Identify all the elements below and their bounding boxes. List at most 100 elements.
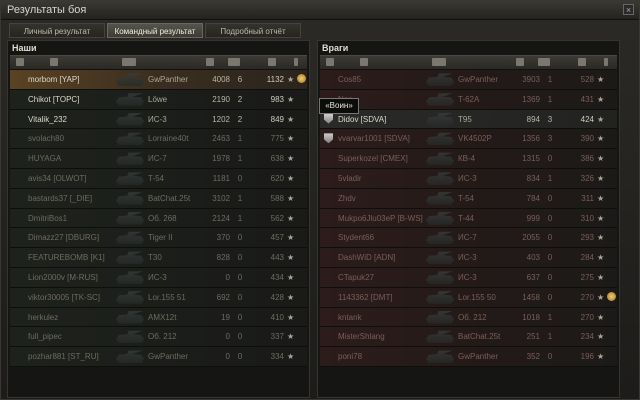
table-row[interactable]: Superkozel [CMEX] КВ-4 1315 0 386 ★: [320, 149, 617, 169]
table-row[interactable]: Vitalik_232 ИС-3 1202 2 849 ★: [10, 109, 307, 130]
table-row[interactable]: DmitriBos1 Об. 268 2124 1 562 ★: [10, 208, 307, 229]
damage-value: 251: [526, 332, 540, 342]
tank-icon: [426, 73, 454, 86]
close-icon[interactable]: ×: [623, 4, 634, 15]
xp-value: 311: [581, 193, 594, 203]
star-icon: ★: [597, 292, 605, 302]
player-name: avis34 [OLWOT]: [28, 173, 87, 183]
kills-value: 2: [237, 94, 243, 104]
xp-column-icon[interactable]: [578, 58, 586, 66]
table-row[interactable]: full_pipec Об. 212 0 0 337 ★: [10, 327, 307, 348]
platoon-column-icon[interactable]: [16, 58, 24, 66]
kills-value: 0: [237, 272, 243, 282]
table-row[interactable]: svolach80 Lorraine40t 2463 1 775 ★: [10, 129, 307, 150]
xp-value: 337: [270, 332, 284, 342]
enemies-title: Враги: [322, 43, 349, 53]
table-row[interactable]: DashWiD [ADN] ИС-3 403 0 284 ★: [320, 248, 617, 268]
table-row[interactable]: bastards37 [_DIE] BatChat.25t 3102 1 588 ★: [10, 188, 307, 209]
tank-name: T-62A: [458, 94, 480, 104]
tank-icon: [426, 350, 454, 364]
player-name: HUYAGA: [28, 154, 62, 164]
kills-column-icon[interactable]: [228, 58, 240, 66]
tank-icon: [116, 271, 144, 284]
medal-tooltip: «Воин»: [319, 98, 359, 114]
star-icon: ★: [287, 154, 295, 164]
player-column-icon[interactable]: [360, 58, 368, 66]
tank-icon: [116, 350, 144, 364]
kills-column-icon[interactable]: [538, 58, 550, 66]
player-name: Lion2000v [M-RUS]: [28, 272, 98, 282]
player-name: Superkozel [CMEX]: [338, 154, 408, 164]
table-row[interactable]: Lion2000v [M-RUS] ИС-3 0 0 434 ★: [10, 267, 307, 288]
player-column-icon[interactable]: [50, 58, 58, 66]
tab-detailed-report[interactable]: Подробный отчёт: [205, 23, 301, 38]
medal-icon[interactable]: [297, 74, 306, 83]
player-name: pozhar881 [ST_RU]: [28, 352, 99, 362]
table-row[interactable]: Mukpo6Jlu03eP [B-WS] T-44 999 0 310 ★: [320, 208, 617, 229]
star-icon: ★: [597, 94, 605, 104]
tab-team-result[interactable]: Командный результат: [107, 23, 203, 38]
tank-column-icon[interactable]: [122, 58, 136, 66]
damage-value: 3903: [522, 75, 540, 84]
star-icon: ★: [597, 233, 605, 243]
table-row[interactable]: Zhdv T-54 784 0 311 ★: [320, 188, 617, 209]
table-row[interactable]: vvarvar1001 [SDVA] VK4502P 1356 3 390 ★: [320, 129, 617, 150]
player-name: FEATUREBOMB [K1]: [28, 253, 105, 263]
damage-column-icon[interactable]: [516, 58, 524, 66]
table-row[interactable]: kntank Об. 212 1018 1 270 ★: [320, 307, 617, 328]
table-row[interactable]: Stydent66 ИС-7 2055 0 293 ★: [320, 228, 617, 249]
star-icon: ★: [597, 352, 605, 362]
kills-value: 1: [547, 332, 553, 342]
tank-name: ИС-3: [458, 272, 477, 282]
damage-value: 1978: [212, 154, 230, 164]
table-row[interactable]: Cos85 GwPanther 3903 1 528 ★: [320, 70, 617, 90]
table-row[interactable]: avis34 [OLWOT] T-54 1181 0 620 ★: [10, 168, 307, 189]
table-row[interactable]: Chikot [TOPC] Löwe 2190 2 983 ★: [10, 89, 307, 110]
xp-value: 849: [270, 114, 284, 124]
table-row[interactable]: Didov [SDVA] T95 894 3 424 ★: [320, 109, 617, 130]
kills-value: 0: [237, 332, 243, 342]
medal-column-icon[interactable]: [604, 58, 608, 66]
table-row[interactable]: Dimazz27 [DBURG] Tiger II 370 0 457 ★: [10, 228, 307, 249]
tank-icon: [426, 112, 454, 126]
xp-value: 1132: [266, 75, 284, 84]
platoon-icon: [324, 113, 333, 124]
player-name: poni78: [338, 352, 363, 362]
xp-value: 588: [270, 193, 284, 203]
star-icon: ★: [597, 213, 605, 223]
kills-value: 1: [547, 312, 553, 322]
table-row[interactable]: pozhar881 [ST_RU] GwPanther 0 0 334 ★: [10, 347, 307, 367]
star-icon: ★: [597, 253, 605, 263]
medal-column-icon[interactable]: [294, 58, 298, 66]
tank-name: T-44: [458, 213, 475, 223]
player-name: CTapuk27: [338, 272, 375, 282]
tank-column-icon[interactable]: [432, 58, 446, 66]
player-name: 1143362 [DMT]: [338, 292, 393, 302]
medal-icon[interactable]: [607, 291, 616, 301]
xp-value: 270: [580, 292, 594, 302]
table-row[interactable]: morbom [YAP] GwPanther 4008 6 1132 ★: [10, 70, 307, 90]
table-row[interactable]: 1143362 [DMT] Lor.155 50 1458 0 270 ★: [320, 287, 617, 308]
title-bar: Результаты боя ×: [1, 1, 639, 20]
xp-column-icon[interactable]: [268, 58, 276, 66]
platoon-column-icon[interactable]: [326, 58, 334, 66]
table-row[interactable]: 5vladir ИС-3 834 1 326 ★: [320, 168, 617, 189]
damage-column-icon[interactable]: [206, 58, 214, 66]
tank-icon: [116, 152, 144, 166]
tank-name: ИС-3: [148, 272, 167, 282]
damage-value: 1369: [522, 94, 540, 104]
table-row[interactable]: MisterShlang BatChat.25t 251 1 234 ★: [320, 327, 617, 348]
table-row[interactable]: viktor30005 [TK-SC] Lor.155 51 692 0 428 ★: [10, 287, 307, 308]
table-row[interactable]: HUYAGA ИС-7 1978 1 638 ★: [10, 149, 307, 169]
table-row[interactable]: herkulez AMX12t 19 0 410 ★: [10, 307, 307, 328]
xp-value: 620: [270, 173, 284, 183]
table-row[interactable]: CTapuk27 ИС-3 637 0 275 ★: [320, 267, 617, 288]
table-row[interactable]: Non_T-62A13691431★: [320, 89, 617, 110]
tank-name: ИС-3: [148, 114, 167, 124]
table-row[interactable]: poni78 GwPanther 352 0 196 ★: [320, 347, 617, 367]
damage-value: 1181: [212, 173, 230, 183]
tab-personal-result[interactable]: Личный результат: [9, 23, 105, 38]
table-row[interactable]: FEATUREBOMB [K1] T30 828 0 443 ★: [10, 248, 307, 268]
xp-value: 424: [580, 114, 594, 124]
xp-value: 638: [270, 154, 284, 164]
